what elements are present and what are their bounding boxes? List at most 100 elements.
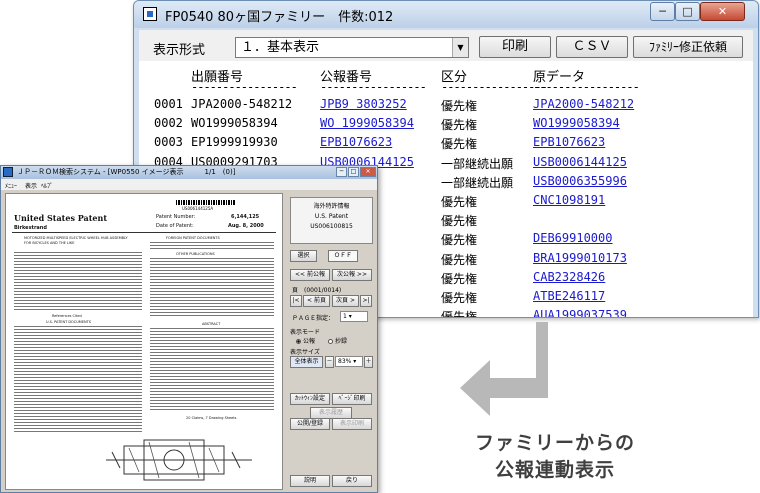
family-title-bar[interactable]: FP0540 80ヶ国ファミリー 件数:012 ─ □ ✕ [134,1,758,28]
foreign-patent-info-box: 海外特許情報 U.S. Patent US006100815 [290,197,373,244]
next-page-button[interactable]: 次頁 > [332,295,359,307]
category: 優先権 [441,271,478,286]
source-data-link[interactable]: JPA2000-548212 [533,97,634,111]
fit-all-button[interactable]: 全体表示 [290,356,323,368]
select-button[interactable]: 選択 [290,250,317,262]
display-format-label: 表示形式 [153,43,206,58]
source-data-link[interactable]: AUA1999037539 [533,308,627,317]
category: 優先権 [441,252,478,267]
doc-text-block [14,252,142,312]
doc-text-block [150,328,274,410]
source-data-link[interactable]: ATBE246117 [533,289,605,303]
info-number: US006100815 [310,223,353,230]
doc-date: Aug. 8, 2000 [228,223,264,229]
explain-button[interactable]: 説明 [290,475,330,487]
publication-link[interactable]: JPB9 3803252 [320,97,407,111]
patent-drawing [106,439,252,481]
publication-registration-button[interactable]: 公開/登録 [290,418,330,430]
off-button[interactable]: ＯＦＦ [328,250,358,262]
minimize-button[interactable]: ─ [650,2,675,21]
category: 一部継続出願 [441,156,514,171]
source-data-link[interactable]: USB0006144125 [533,155,627,169]
source-data-link[interactable]: EPB1076623 [533,135,605,149]
header-underline: ----------------- [320,80,427,94]
maximize-button[interactable]: □ [675,2,700,21]
category: 優先権 [441,291,478,305]
info-title: 海外特許情報 [313,203,350,210]
cut-in-settings-button[interactable]: ｶｯﾄｳｨﾝ設定 [290,393,330,405]
back-button[interactable]: 戻り [332,475,372,487]
chevron-down-icon[interactable]: ▼ [452,38,468,57]
prev-document-button[interactable]: << 前公報 [290,269,330,281]
zoom-select[interactable]: 83% ▾ [335,356,363,367]
source-data-link[interactable]: CAB2328426 [533,270,605,284]
page-jump-select[interactable]: 1 ▾ [340,311,368,322]
viewer-title-bar[interactable]: ＪＰ－ＲＯＭ検索システム - [WP0550 イメージ表示 1/1 (0)] ─… [1,166,377,179]
display-mode-label: 表示モード [290,329,321,336]
doc-title-block: MOTORIZED MULTISPEED ELECTRIC WHEEL HUB … [24,236,128,245]
publication-link[interactable]: EPB1076623 [320,135,392,149]
mode-publication-radio[interactable]: 公報 [296,336,315,345]
csv-button[interactable]: ＣＳＶ [556,36,628,58]
application-number: WO1999058394 [191,116,278,131]
info-subtitle: U.S. Patent [314,213,349,220]
last-page-button[interactable]: >| [360,295,372,307]
source-data-link[interactable]: CNC1098191 [533,193,605,207]
menu-item-help[interactable]: ﾍﾙﾌﾟ [41,181,53,190]
family-toolbar: 表示形式 １．基本表示 ▼ 印刷 ＣＳＶ ﾌｧﾐﾘｰ修正依頼 [139,30,753,61]
display-print-button[interactable]: 表示印刷 [332,418,372,430]
source-data-link[interactable]: BRA1999010173 [533,251,627,265]
minimize-button[interactable]: ─ [336,167,347,177]
page-print-button[interactable]: ﾍﾟｰｼﾞ印刷 [332,393,372,405]
menu-item-menu[interactable]: ﾒﾆｭｰ [5,181,17,190]
family-row[interactable]: 0002 WO1999058394 WO 1999058394 優先権 WO199905… [139,116,753,133]
viewer-control-panel: 海外特許情報 U.S. Patent US006100815 選択 ＯＦＦ <<… [288,193,376,490]
family-row[interactable]: 0003 EP1999919930 EPB1076623 優先権 EPB1076623 [139,135,753,152]
doc-us-patent-docs: U.S. PATENT DOCUMENTS [46,320,92,324]
display-format-value: １．基本表示 [241,40,320,55]
doc-foreign-docs: FOREIGN PATENT DOCUMENTS [166,236,220,240]
mode-excerpt-radio[interactable]: 抄録 [328,336,347,345]
doc-text-block [14,326,142,432]
family-fix-request-button[interactable]: ﾌｧﾐﾘｰ修正依頼 [633,36,743,58]
next-document-button[interactable]: 次公報 >> [332,269,372,281]
publication-link[interactable]: WO 1999058394 [320,116,414,130]
close-button[interactable]: ✕ [360,167,376,177]
caption-line-2: 公報連動表示 [494,459,615,481]
doc-patent-number-label: Patent Number: [156,214,196,220]
image-viewer-window: ＪＰ－ＲＯＭ検索システム - [WP0550 イメージ表示 1/1 (0)] ─… [0,165,378,493]
category: 優先権 [441,214,478,229]
page-indicator: 頁 (0001/0014) [292,287,342,294]
category: 優先権 [441,195,478,209]
family-row[interactable]: 0001 JPA2000-548212 JPB9 3803252 優先権 JPA2000… [139,97,753,114]
doc-rule [12,232,276,233]
doc-claims: 20 Claims, 7 Drawing Sheets [186,416,237,420]
caption-line-1: ファミリーからの [474,432,635,454]
viewer-title: ＪＰ－ＲＯＭ検索システム - [WP0550 イメージ表示 1/1 (0)] [17,168,236,176]
doc-inventor: Birkestrand [14,225,47,231]
menu-item-view[interactable]: 表示 [25,181,37,190]
display-size-label: 表示サイズ [290,349,320,356]
viewer-menu-bar: ﾒﾆｭｰ 表示 ﾍﾙﾌﾟ [1,179,377,190]
source-data-link[interactable]: USB0006355996 [533,174,627,188]
prev-page-button[interactable]: < 前頁 [303,295,330,307]
doc-heading: United States Patent [14,213,108,223]
close-button[interactable]: ✕ [700,2,745,21]
first-page-button[interactable]: |< [290,295,302,307]
maximize-button[interactable]: □ [348,167,359,177]
doc-date-label: Date of Patent: [156,223,194,229]
source-data-link[interactable]: DEB69910000 [533,231,612,245]
display-format-select[interactable]: １．基本表示 ▼ [235,37,469,58]
return-arrow-icon [460,322,548,416]
print-button[interactable]: 印刷 [479,36,551,58]
row-number: 0002 [154,116,183,131]
doc-text-block [150,242,274,250]
source-data-link[interactable]: WO1999058394 [533,116,620,130]
family-window-title: FP0540 80ヶ国ファミリー 件数:012 [165,10,394,25]
size-minus-button[interactable]: － [325,356,334,368]
header-underline: ----------------- [191,80,298,94]
size-plus-button[interactable]: ＋ [364,356,373,368]
category: 優先権 [441,310,478,318]
row-number: 0003 [154,135,183,150]
header-underline: ----------------- [533,80,640,94]
